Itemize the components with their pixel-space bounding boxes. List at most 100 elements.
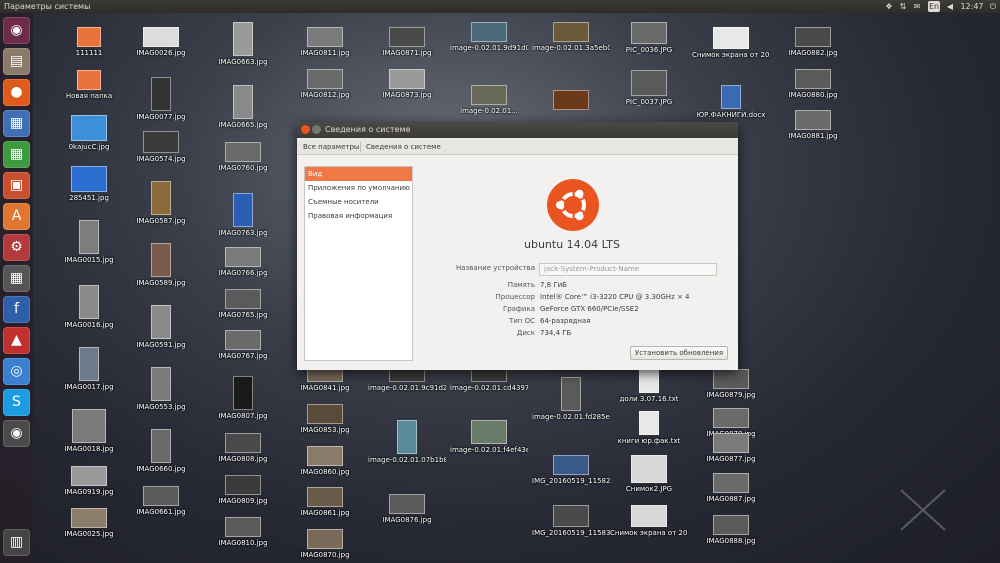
ubuntu-dash-icon[interactable]: ◉ <box>3 17 30 44</box>
breadcrumb-all-settings[interactable]: Все параметры <box>303 139 359 155</box>
desktop-icon[interactable]: IMAG0853.jpg <box>286 404 364 434</box>
desktop-icon[interactable]: Снимок экрана от 2016-06-06 13:11:43.png <box>610 505 688 537</box>
desktop-icon[interactable]: IMAG0888.jpg <box>692 515 770 545</box>
desktop-icon[interactable]: IMAG0553.jpg <box>122 367 200 411</box>
file-thumbnail-icon <box>307 446 343 466</box>
desktop-icon[interactable]: IMAG0016.jpg <box>50 285 128 329</box>
desktop-icon[interactable]: IMAG0812.jpg <box>286 69 364 99</box>
desktop-icon[interactable]: 111111 <box>50 27 128 57</box>
desktop-icon[interactable]: доли 3.07.16.txt <box>610 369 688 403</box>
desktop-icon[interactable]: Снимок экрана от 2016-06-20 11:13:11.png <box>692 27 770 59</box>
desktop-icon[interactable]: IMAG0077.jpg <box>122 77 200 121</box>
mail-icon[interactable]: ✉ <box>912 1 922 12</box>
desktop-icon[interactable]: IMAG0018.jpg <box>50 409 128 453</box>
desktop-icon[interactable]: 0kajucC.jpg <box>50 115 128 151</box>
sidebar-item-default-apps[interactable]: Приложения по умолчанию <box>305 181 412 195</box>
impress-icon[interactable]: ▣ <box>3 172 30 199</box>
desktop-icon[interactable]: IMAG0591.jpg <box>122 305 200 349</box>
desktop-icon[interactable]: IMAG0882.jpg <box>774 27 852 57</box>
font-icon[interactable]: f <box>3 296 30 323</box>
anydesk-icon[interactable]: ▲ <box>3 327 30 354</box>
desktop-icon[interactable]: IMAG0861.jpg <box>286 487 364 517</box>
file-thumbnail-icon <box>233 376 253 410</box>
firefox-icon[interactable]: ● <box>3 79 30 106</box>
files-icon[interactable]: ▤ <box>3 48 30 75</box>
desktop-icon[interactable]: IMAG0017.jpg <box>50 347 128 391</box>
desktop-icon[interactable]: IMAG0879.jpg <box>692 369 770 399</box>
desktop-icon[interactable]: ЮР.ФАКНИГИ.docx <box>692 85 770 119</box>
sidebar-item-removable-media[interactable]: Съемные носители <box>305 195 412 209</box>
desktop-icon[interactable]: IMAG0811.jpg <box>286 27 364 57</box>
desktop-icon[interactable]: image-0.02.01.3a5eb07ee1b18b583c99cd8d9a… <box>532 22 610 52</box>
desktop-icon[interactable]: IMAG0870.jpg <box>286 529 364 559</box>
desktop-icon[interactable]: IMAG0876.jpg <box>368 494 446 524</box>
desktop-icon[interactable]: IMAG0766.jpg <box>204 247 282 277</box>
desktop-icon-label: Снимок2.JPG <box>625 485 673 493</box>
power-icon[interactable]: ⏻ <box>988 1 998 12</box>
desktop-icon-label: IMAG0873.jpg <box>382 91 432 99</box>
desktop-icon[interactable]: IMAG0661.jpg <box>122 486 200 516</box>
desktop-icon[interactable]: IMAG0574.jpg <box>122 131 200 163</box>
desktop-icon[interactable]: IMAG0881.jpg <box>774 110 852 140</box>
desktop-icon[interactable]: книги юр.фак.txt <box>610 411 688 445</box>
desktop-icon[interactable]: IMAG0810.jpg <box>204 517 282 547</box>
desktop-icon[interactable]: IMAG0026.jpg <box>122 27 200 57</box>
desktop-icon[interactable]: Новая папка <box>50 70 128 100</box>
desktop-icon[interactable]: IMAG0763.jpg <box>204 193 282 237</box>
desktop-icon[interactable]: PIC_0036.JPG <box>610 22 688 54</box>
desktop-icon[interactable]: IMAG0660.jpg <box>122 429 200 473</box>
desktop-icon[interactable]: IMAG0765.jpg <box>204 289 282 319</box>
skype-icon[interactable]: S <box>3 389 30 416</box>
network-icon[interactable]: ⇅ <box>898 1 908 12</box>
desktop-icon[interactable]: image-0.02.01.9d91d00585d49d2c7525c77... <box>450 22 528 52</box>
desktop-icon[interactable]: IMAG0025.jpg <box>50 508 128 538</box>
clock[interactable]: 12:47 <box>959 1 985 12</box>
desktop-icon[interactable]: IMAG0880.jpg <box>774 69 852 99</box>
sidebar-item-overview[interactable]: Вид <box>305 167 412 181</box>
device-name-field[interactable]: jack-System-Product-Name <box>539 263 717 276</box>
desktop-icon[interactable]: PIC_0037.JPG <box>610 70 688 106</box>
desktop-icon[interactable]: IMAG0767.jpg <box>204 330 282 360</box>
desktop-icon[interactable]: image-0.02.01.f4ef43eee27a1adbba3f98f617… <box>450 420 528 454</box>
calculator-icon[interactable]: ▦ <box>3 265 30 292</box>
desktop-icon[interactable] <box>532 90 610 110</box>
desktop-icon[interactable]: IMAG0808.jpg <box>204 433 282 463</box>
desktop-icon[interactable]: Снимок2.JPG <box>610 455 688 493</box>
desktop-icon[interactable]: IMAG0919.jpg <box>50 466 128 496</box>
software-center-icon[interactable]: A <box>3 203 30 230</box>
calc-icon[interactable]: ▦ <box>3 141 30 168</box>
desktop-icon[interactable]: IMAG0807.jpg <box>204 376 282 420</box>
desktop-icon[interactable]: IMG_20160519_115836.jpg <box>532 505 610 537</box>
desktop-icon[interactable]: 285451.jpg <box>50 166 128 202</box>
desktop-icon-label: image-0.02.01.9c91d21541072b2816847885..… <box>368 384 446 392</box>
desktop-icon[interactable]: IMAG0860.jpg <box>286 446 364 476</box>
desktop-icon[interactable]: IMAG0887.jpg <box>692 473 770 503</box>
desktop-icon[interactable]: IMAG0587.jpg <box>122 181 200 225</box>
desktop-icon[interactable]: IMAG0877.jpg <box>692 433 770 463</box>
close-button[interactable] <box>301 125 310 134</box>
webcam-icon[interactable]: ◉ <box>3 420 30 447</box>
writer-icon[interactable]: ▦ <box>3 110 30 137</box>
desktop-icon[interactable]: IMAG0665.jpg <box>204 85 282 129</box>
desktop-icon[interactable]: image-0.02.01... <box>450 85 528 115</box>
sidebar-item-legal-notice[interactable]: Правовая информация <box>305 209 412 223</box>
desktop-icon[interactable]: IMAG0015.jpg <box>50 220 128 264</box>
chromium-icon[interactable]: ◎ <box>3 358 30 385</box>
system-settings-icon[interactable]: ⚙ <box>3 234 30 261</box>
install-updates-button[interactable]: Установить обновления <box>630 346 728 360</box>
desktop-icon[interactable]: image-0.02.01.07b1b84af8caea3d8850be... <box>368 420 446 464</box>
desktop-icon[interactable]: IMAG0873.jpg <box>368 69 446 99</box>
breadcrumb-current[interactable]: Сведения о системе <box>366 139 441 155</box>
dropbox-icon[interactable]: ❖ <box>884 1 894 12</box>
desktop-icon[interactable]: IMAG0809.jpg <box>204 475 282 505</box>
desktop-icon[interactable]: image-0.02.01.fd285eef25c54fcd1435d3edf7… <box>532 377 610 421</box>
trash-icon[interactable]: ▥ <box>3 529 30 556</box>
desktop-icon[interactable]: IMAG0663.jpg <box>204 22 282 66</box>
volume-icon[interactable]: ◀ <box>945 1 955 12</box>
desktop-icon[interactable]: IMAG0589.jpg <box>122 243 200 287</box>
desktop-icon[interactable]: IMAG0760.jpg <box>204 142 282 172</box>
minimize-button[interactable] <box>312 125 321 134</box>
desktop-icon[interactable]: IMAG0871.jpg <box>368 27 446 57</box>
keyboard-layout-indicator[interactable]: En <box>928 1 940 12</box>
desktop-icon[interactable]: IMG_20160519_115828.jpg <box>532 455 610 485</box>
